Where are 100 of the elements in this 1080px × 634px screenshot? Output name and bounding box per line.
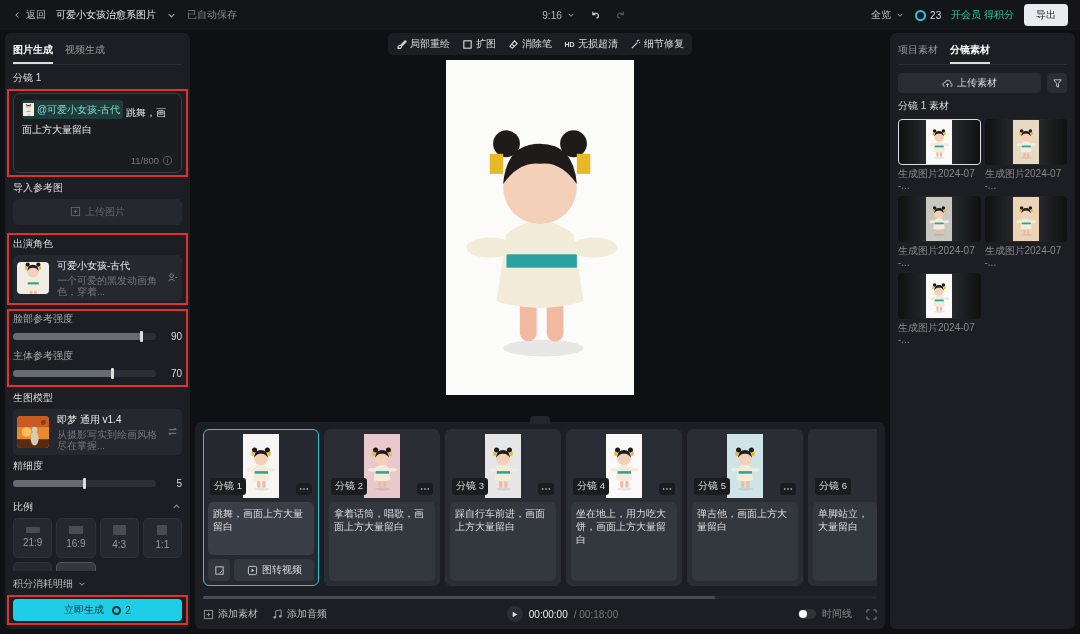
tool-button[interactable]: 局部重绘 [396,37,451,51]
model-card[interactable]: 即梦 通用 v1.4 从摄影写实到绘画风格尽在掌握... [13,408,182,455]
add-audio-button[interactable]: 添加音频 [272,607,327,621]
prompt-field[interactable]: @可爱小女孩-古代 跳舞，画面上方大量留白 11/800 [13,93,182,173]
slider[interactable] [13,479,156,487]
shot-label: 分镜 4 [573,478,609,495]
fullscreen-icon[interactable] [866,608,877,620]
material-caption: 生成图片2024-07-... [984,168,1063,192]
ratio-dropdown[interactable]: 9:16 [542,9,576,21]
shot-card[interactable]: 分镜 3 踩自行车前进，画面上方大量留白 [445,429,561,586]
eraser-icon [508,38,520,50]
tab[interactable]: 分镜素材 [950,37,990,64]
tool-button[interactable]: 消除笔 [508,37,553,51]
generate-button[interactable]: 立即生成 2 [13,599,182,621]
play-button[interactable] [506,606,523,622]
section-label: 生图模型 [13,390,54,405]
prompt-text: @可爱小女孩-古代 跳舞，画面上方大量留白 [22,100,173,138]
edit-icon [213,564,225,576]
redo-icon[interactable] [614,9,626,21]
material-thumbnail[interactable] [984,119,1067,165]
model-name: 即梦 通用 v1.4 [57,412,123,427]
slider-label: 脸部参考强度 [13,312,74,326]
section-label: 出演角色 [13,236,54,251]
section-label: 分镜 1 [13,71,43,85]
shot-card[interactable]: 分镜 6 单脚站立，大量留白 [808,429,877,586]
undo-icon[interactable] [589,9,601,21]
membership-link[interactable]: 开会员 得积分 [951,8,1014,22]
toggle-switch[interactable] [798,609,816,619]
add-icon [203,608,214,620]
tab[interactable]: 图片生成 [13,37,53,64]
add-material-button[interactable]: 添加素材 [203,607,258,621]
more-icon [662,487,672,491]
material-caption: 生成图片2024-07-... [898,245,976,269]
shot-label: 分镜 5 [694,478,730,495]
shot-description: 拿着话筒，唱歌，画面上方大量留白 [329,502,435,581]
upload-material-button[interactable]: 上传素材 [898,73,1041,93]
ratio-option[interactable]: 4:3 [99,517,139,558]
tab[interactable]: 项目素材 [898,37,938,64]
more-icon [541,487,551,491]
more-button[interactable] [417,483,433,495]
material-thumbnail[interactable] [984,196,1067,242]
material-thumbnail[interactable] [898,273,981,319]
cloud-upload-icon [942,77,953,89]
image-to-video-button[interactable]: 图转视频 [234,559,314,581]
more-icon [299,487,309,491]
slider-label: 主体参考强度 [13,349,74,363]
section-label: 比例 [13,499,33,514]
shot-label: 分镜 1 [210,478,246,495]
tool-button[interactable]: 细节修复 [629,37,684,51]
edit-image-button[interactable] [208,559,230,581]
panel-collapse-handle[interactable] [530,416,550,424]
filter-button[interactable] [1047,73,1067,93]
character-name: 可爱小女孩-古代 [57,258,132,273]
section-label: 精细度 [13,458,44,473]
shot-card[interactable]: 分镜 1 跳舞，画面上方大量留白 图转视频 [203,429,319,586]
credit-details-toggle[interactable]: 积分消耗明细 [13,577,182,591]
material-caption: 生成图片2024-07-... [898,168,976,192]
ratio-option[interactable]: 21:9 [13,517,53,558]
export-button[interactable]: 导出 [1024,4,1068,26]
shot-description: 跳舞，画面上方大量留白 [208,502,314,555]
credit-count: 23 [915,9,942,21]
section-label: 分镜 1 素材 [898,99,951,113]
current-time: 00:00:00 [528,608,568,620]
more-button[interactable] [538,483,554,495]
more-icon [420,487,430,491]
info-icon [162,155,173,166]
more-button[interactable] [659,483,675,495]
filter-icon [1051,77,1063,89]
wand-icon [629,38,641,50]
slider[interactable] [13,333,156,341]
tab[interactable]: 视频生成 [65,37,105,64]
tool-button[interactable]: 扩图 [462,37,497,51]
shot-label: 分镜 6 [815,478,851,495]
material-thumbnail[interactable] [898,196,981,242]
section-label: 导入参考图 [13,181,64,195]
ratio-option[interactable]: 1:1 [142,517,182,558]
more-button[interactable] [780,483,796,495]
square-icon [462,38,474,50]
more-button[interactable] [296,483,312,495]
image-add-icon [70,206,81,218]
swap-icon[interactable] [167,426,178,438]
more-icon [783,487,793,491]
character-count: 11/800 [130,155,159,166]
music-icon [272,608,283,620]
person-icon[interactable] [167,272,178,284]
autosave-status: 已自动保存 [187,8,237,22]
shot-card[interactable]: 分镜 2 拿着话筒，唱歌，画面上方大量留白 [324,429,440,586]
shot-card[interactable]: 分镜 4 坐在地上，用力吃大饼，画面上方大量留白 [566,429,682,586]
slider-value: 70 [169,368,182,380]
material-thumbnail[interactable] [898,119,981,165]
zoom-dropdown[interactable]: 全览 [871,8,906,22]
slider-value: 5 [175,477,182,489]
play-square-icon [246,564,258,576]
project-title[interactable]: 可爱小女孩治愈系图片 [56,8,156,22]
slider[interactable] [13,370,156,378]
slider-value: 90 [169,331,182,343]
toggle-label: 时间线 [822,607,852,621]
shot-card[interactable]: 分镜 5 弹吉他，画面上方大量留白 [687,429,803,586]
back-button[interactable]: 返回 [12,8,46,22]
ratio-option[interactable]: 16:9 [56,517,96,558]
